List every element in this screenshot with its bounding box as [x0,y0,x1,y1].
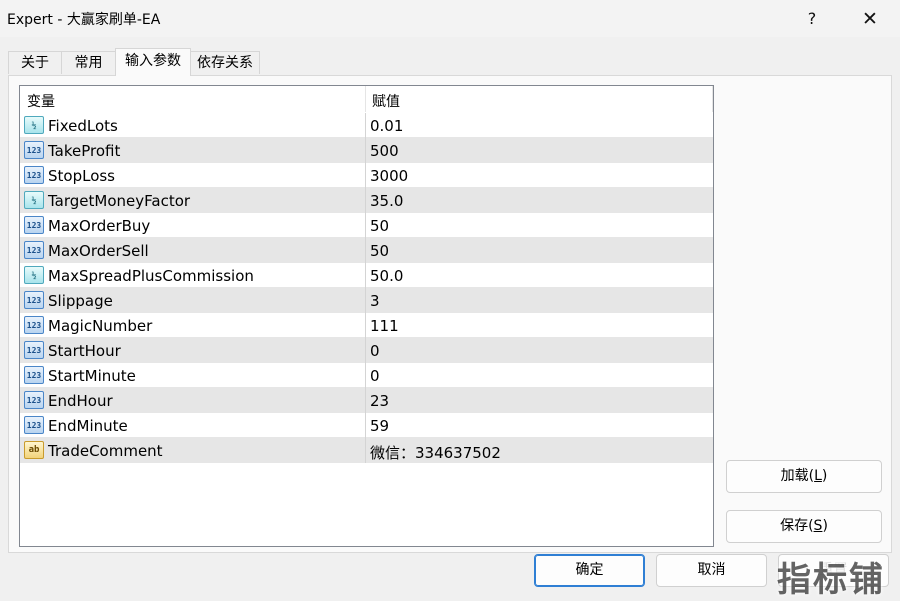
tab-about[interactable]: 关于 [8,51,62,74]
load-button-hotkey: L [814,468,822,484]
variable-value[interactable]: 微信：334637502 [370,442,501,463]
table-row[interactable]: ½ MaxSpreadPlusCommission 50.0 [20,263,713,288]
column-divider [365,113,366,138]
variable-name: MaxOrderSell [48,242,149,260]
title-bar: Expert - 大赢家刷单-EA ? ✕ [0,0,900,37]
cancel-button[interactable]: 取消 [656,554,767,587]
variable-value[interactable]: 35.0 [370,192,403,210]
integer-type-icon: 123 [24,341,44,359]
variable-value[interactable]: 59 [370,417,389,435]
table-row[interactable]: 123 TakeProfit 500 [20,138,713,163]
table-row[interactable]: 123 Slippage 3 [20,288,713,313]
variable-name: TradeComment [48,442,163,460]
table-row[interactable]: 123 StartMinute 0 [20,363,713,388]
integer-type-icon: 123 [24,166,44,184]
variable-name: FixedLots [48,117,118,135]
watermark-text: 指标铺 [777,560,885,600]
tab-dependencies[interactable]: 依存关系 [190,51,260,74]
integer-type-icon: 123 [24,416,44,434]
column-divider [365,138,366,163]
header-divider[interactable] [365,86,366,112]
table-row[interactable]: 123 MaxOrderSell 50 [20,238,713,263]
column-divider [365,163,366,188]
string-type-icon: ab [24,441,44,459]
variable-name: TakeProfit [48,142,121,160]
variable-value[interactable]: 23 [370,392,389,410]
double-type-icon: ½ [24,116,44,134]
variable-name: EndHour [48,392,113,410]
save-button[interactable]: 保存(S) [726,510,882,543]
column-divider [365,263,366,288]
column-divider [365,388,366,413]
integer-type-icon: 123 [24,216,44,234]
table-row[interactable]: ½ FixedLots 0.01 [20,113,713,138]
column-divider [365,363,366,388]
variable-name: StartMinute [48,367,136,385]
close-button[interactable]: ✕ [846,0,894,37]
integer-type-icon: 123 [24,391,44,409]
column-divider [365,288,366,313]
variable-value[interactable]: 50.0 [370,267,403,285]
variable-value[interactable]: 3 [370,292,380,310]
table-row[interactable]: ½ TargetMoneyFactor 35.0 [20,188,713,213]
variable-value[interactable]: 0 [370,342,380,360]
table-header: 变量 赋值 [20,86,713,112]
integer-type-icon: 123 [24,366,44,384]
double-type-icon: ½ [24,191,44,209]
integer-type-icon: 123 [24,316,44,334]
variable-name: StopLoss [48,167,116,185]
variable-value[interactable]: 111 [370,317,399,335]
tab-common[interactable]: 常用 [61,51,116,74]
variable-name: MagicNumber [48,317,153,335]
column-divider [365,338,366,363]
double-type-icon: ½ [24,266,44,284]
load-button[interactable]: 加载(L) [726,460,882,493]
table-row[interactable]: ab TradeComment 微信：334637502 [20,438,713,463]
variable-name: TargetMoneyFactor [48,192,191,210]
integer-type-icon: 123 [24,291,44,309]
integer-type-icon: 123 [24,141,44,159]
save-button-label: 保存( [780,518,814,534]
column-divider [365,438,366,463]
integer-type-icon: 123 [24,241,44,259]
column-divider [365,213,366,238]
variable-value[interactable]: 50 [370,242,389,260]
help-button[interactable]: ? [788,0,836,37]
variable-value[interactable]: 0.01 [370,117,403,135]
column-divider [365,313,366,338]
variable-value[interactable]: 3000 [370,167,408,185]
variable-name: EndMinute [48,417,128,435]
variable-name: MaxOrderBuy [48,217,151,235]
window-title: Expert - 大赢家刷单-EA [7,12,161,28]
ok-button[interactable]: 确定 [534,554,645,587]
table-row[interactable]: 123 StopLoss 3000 [20,163,713,188]
header-value[interactable]: 赋值 [372,91,400,111]
variable-value[interactable]: 50 [370,217,389,235]
header-variable[interactable]: 变量 [27,91,55,111]
column-divider [365,413,366,438]
variable-value[interactable]: 0 [370,367,380,385]
load-button-label: 加载( [780,468,815,484]
save-button-label-end: ) [822,518,828,534]
variable-name: StartHour [48,342,121,360]
table-row[interactable]: 123 StartHour 0 [20,338,713,363]
inputs-table[interactable]: 变量 赋值 ½ FixedLots 0.01 123 TakeProfit 500 123 S… [19,85,714,547]
variable-name: MaxSpreadPlusCommission [48,267,254,285]
variable-value[interactable]: 500 [370,142,399,160]
table-row[interactable]: 123 MaxOrderBuy 50 [20,213,713,238]
table-body: ½ FixedLots 0.01 123 TakeProfit 500 123 StopLos… [20,113,713,463]
tab-inputs[interactable]: 输入参数 [115,48,191,76]
column-divider [365,238,366,263]
table-row[interactable]: 123 EndMinute 59 [20,413,713,438]
variable-name: Slippage [48,292,113,310]
header-divider[interactable] [712,86,713,112]
column-divider [365,188,366,213]
table-row[interactable]: 123 EndHour 23 [20,388,713,413]
table-row[interactable]: 123 MagicNumber 111 [20,313,713,338]
load-button-label-end: ) [821,468,828,484]
